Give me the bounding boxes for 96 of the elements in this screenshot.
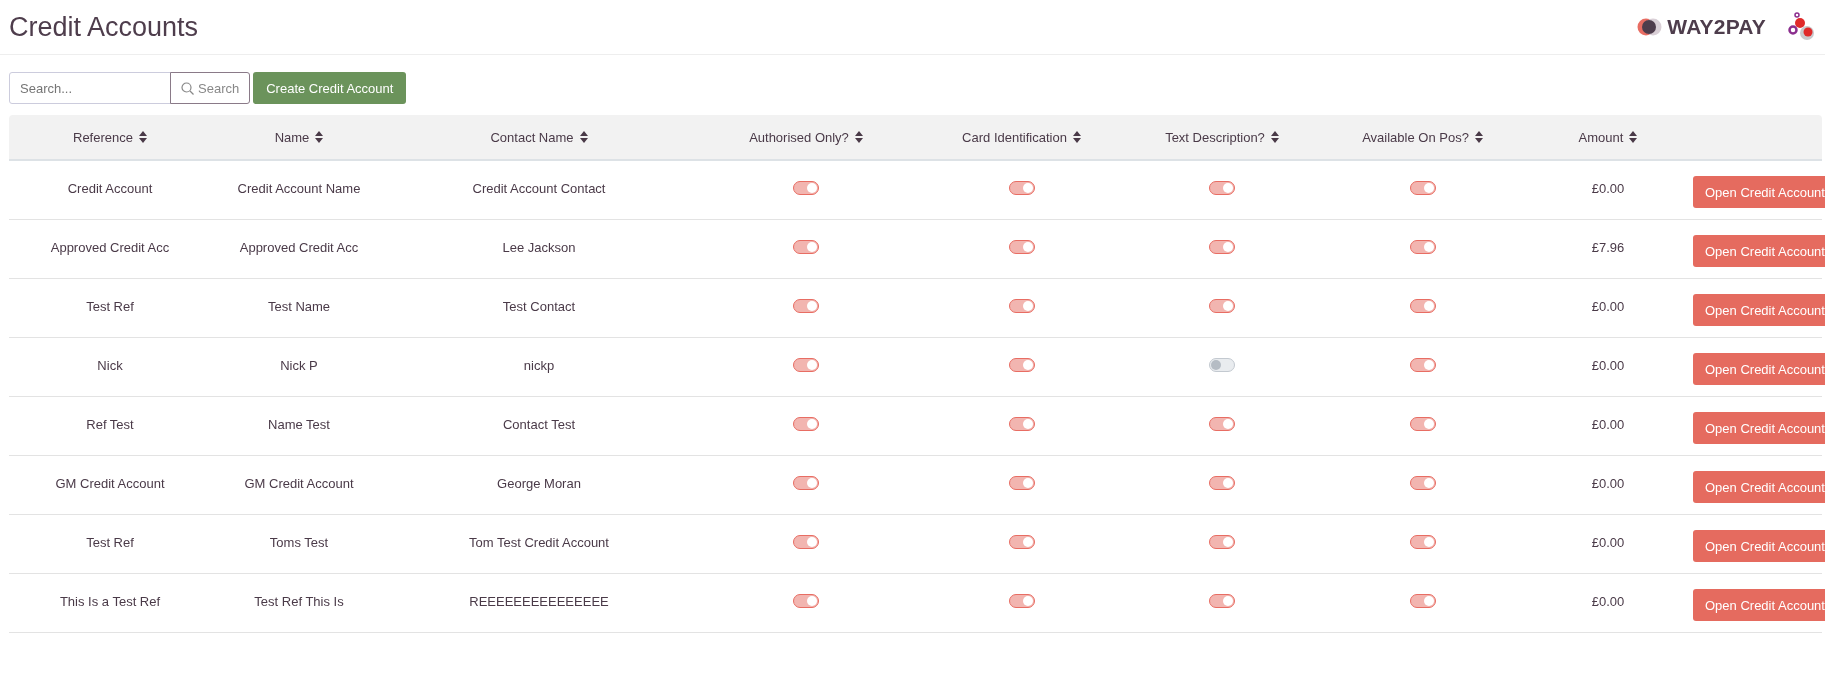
table-cell-text: GM Credit Account — [54, 475, 166, 491]
toggle-switch[interactable] — [1209, 240, 1235, 254]
search-icon — [181, 81, 194, 95]
table-cell-text: Ref Test — [85, 416, 135, 432]
toggle-switch[interactable] — [793, 181, 819, 195]
table-cell-text: Test Name — [266, 298, 332, 314]
sort-icon[interactable] — [1474, 131, 1483, 143]
open-account-button[interactable]: Open Credit Account — [1693, 235, 1825, 267]
table-cell-text: Nick P — [279, 357, 319, 373]
toggle-switch[interactable] — [1209, 594, 1235, 608]
table-cell-text: Test Ref — [85, 298, 135, 314]
table-cell-text: £0.00 — [1590, 534, 1626, 550]
page-title: Credit Accounts — [9, 11, 199, 43]
table-cell-text: Name Test — [267, 416, 331, 432]
bubbles-icon — [1788, 12, 1816, 42]
column-header[interactable]: Reference — [73, 129, 133, 145]
sort-icon[interactable] — [1629, 131, 1638, 143]
toggle-switch[interactable] — [1409, 535, 1436, 549]
toggle-switch[interactable] — [793, 535, 819, 549]
toggle-switch[interactable] — [1209, 417, 1235, 431]
table-cell-text: Test Contact — [501, 298, 577, 314]
column-header[interactable]: Amount — [1578, 129, 1624, 145]
table-cell-text: Approved Credit Acc — [49, 239, 171, 255]
table-cell-text: This Is a Test Ref — [58, 593, 162, 609]
column-header[interactable]: Card Identification — [962, 129, 1067, 145]
table-cell-text: Approved Credit Acc — [238, 239, 360, 255]
table-cell-text: £0.00 — [1590, 180, 1626, 196]
toggle-switch[interactable] — [1008, 594, 1035, 608]
table-cell-text: Credit Account Name — [236, 180, 362, 196]
toggle-switch[interactable] — [1008, 181, 1035, 195]
toggle-switch[interactable] — [1409, 594, 1436, 608]
table-cell-text: nickp — [522, 357, 556, 373]
open-account-button[interactable]: Open Credit Account — [1693, 294, 1825, 326]
table-cell-text: Contact Test — [502, 416, 576, 432]
toggle-switch[interactable] — [1008, 299, 1035, 313]
table-cell-text: £7.96 — [1590, 239, 1626, 255]
column-header[interactable]: Contact Name — [490, 129, 574, 145]
toggle-switch[interactable] — [1008, 240, 1035, 254]
toggle-switch[interactable] — [793, 299, 819, 313]
table-cell-text: £0.00 — [1590, 593, 1626, 609]
toggle-switch[interactable] — [1409, 299, 1436, 313]
table-cell-text: £0.00 — [1590, 416, 1626, 432]
toggle-switch[interactable] — [1209, 476, 1235, 490]
table-cell-text: Lee Jackson — [501, 239, 577, 255]
logo-icon — [1637, 18, 1664, 36]
toggle-switch[interactable] — [1409, 181, 1436, 195]
toggle-switch[interactable] — [793, 594, 819, 608]
toggle-switch[interactable] — [1209, 299, 1235, 313]
open-account-button[interactable]: Open Credit Account — [1693, 412, 1825, 444]
column-header[interactable]: Name — [274, 129, 310, 145]
open-account-button[interactable]: Open Credit Account — [1693, 176, 1825, 208]
table-cell-text: £0.00 — [1590, 475, 1626, 491]
table-cell-text: REEEEEEEEEEEEEEE — [468, 593, 610, 609]
sort-icon[interactable] — [139, 131, 147, 143]
search-field[interactable]: Search... — [9, 72, 171, 104]
toggle-switch[interactable] — [1008, 535, 1035, 549]
sort-icon[interactable] — [1072, 131, 1081, 143]
create-account-button[interactable]: Create Credit Account — [253, 72, 407, 104]
table-cell-text: Tom Test Credit Account — [468, 534, 610, 550]
toggle-switch[interactable] — [793, 240, 819, 254]
toggle-switch[interactable] — [1209, 181, 1235, 195]
column-header[interactable]: Authorised Only? — [749, 129, 849, 145]
sort-icon[interactable] — [579, 131, 588, 143]
brand-wordmark: WAY2PAY — [1667, 15, 1766, 39]
table-cell-text: George Moran — [496, 475, 582, 491]
toggle-switch[interactable] — [1409, 358, 1436, 372]
toggle-switch[interactable] — [793, 417, 819, 431]
sort-icon[interactable] — [315, 131, 324, 143]
open-account-button[interactable]: Open Credit Account — [1693, 471, 1825, 503]
toggle-switch[interactable] — [1409, 240, 1436, 254]
table-cell-text: £0.00 — [1590, 357, 1626, 373]
open-account-button[interactable]: Open Credit Account — [1693, 530, 1825, 562]
toggle-switch[interactable] — [1209, 535, 1235, 549]
table-cell-text: Test Ref — [85, 534, 135, 550]
table-cell-text: Credit Account — [66, 180, 154, 196]
table-cell-text: £0.00 — [1590, 298, 1626, 314]
toggle-switch[interactable] — [793, 358, 819, 372]
toggle-switch[interactable] — [1409, 476, 1436, 490]
sort-icon[interactable] — [1270, 131, 1279, 143]
table-cell-text: Nick — [96, 357, 124, 373]
table-cell-text: Test Ref This Is — [253, 593, 345, 609]
open-account-button[interactable]: Open Credit Account — [1693, 353, 1825, 385]
toggle-switch[interactable] — [793, 476, 819, 490]
toggle-switch[interactable] — [1409, 417, 1436, 431]
toggle-switch[interactable] — [1008, 476, 1035, 490]
toggle-switch[interactable] — [1008, 417, 1035, 431]
table-cell-text: GM Credit Account — [243, 475, 355, 491]
search-button[interactable]: Search — [170, 72, 251, 104]
toggle-switch[interactable] — [1209, 358, 1235, 372]
table-cell-text: Credit Account Contact — [471, 180, 607, 196]
table-cell-text: Toms Test — [268, 534, 330, 550]
column-header[interactable]: Text Description? — [1165, 129, 1265, 145]
column-header[interactable]: Available On Pos? — [1362, 129, 1469, 145]
open-account-button[interactable]: Open Credit Account — [1693, 589, 1825, 621]
sort-icon[interactable] — [854, 131, 863, 143]
toggle-switch[interactable] — [1008, 358, 1035, 372]
